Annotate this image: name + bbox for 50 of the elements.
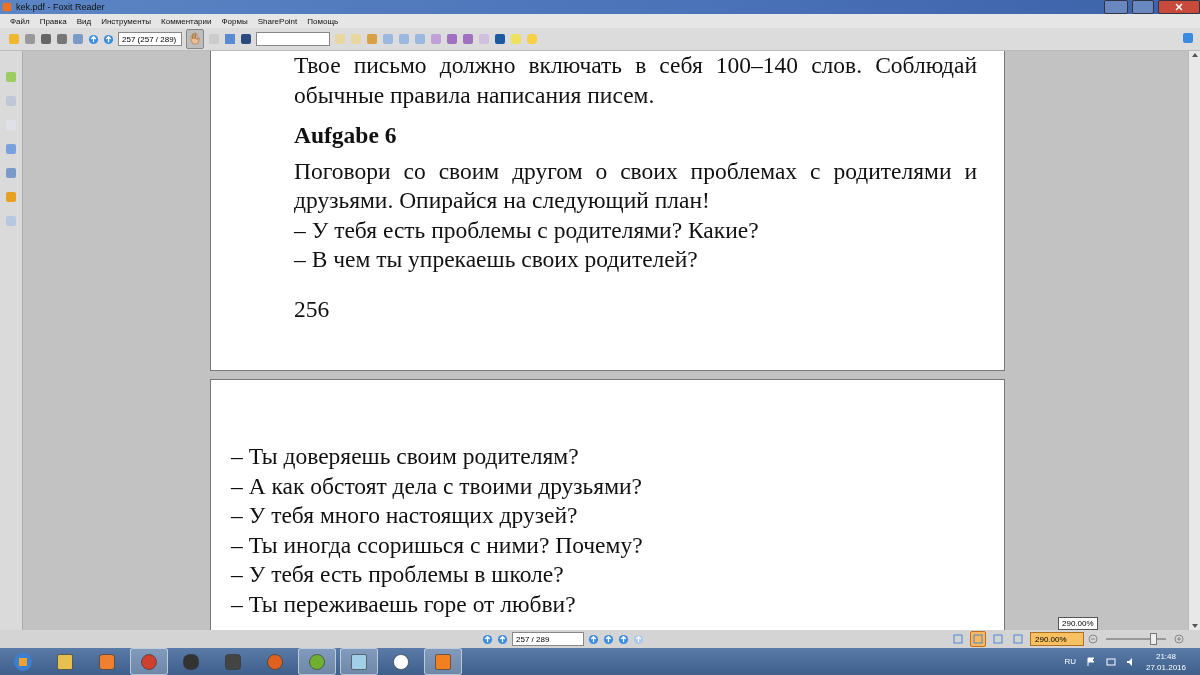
view-mode-button[interactable] <box>950 631 966 647</box>
text-line: – У тебя есть проблемы с родителями? Какие? <box>294 215 760 245</box>
page-number-field[interactable]: 257 / 289 <box>512 632 584 646</box>
menu-item[interactable]: Комментарии <box>161 16 212 26</box>
text-line: – А как обстоят дела с твоими друзьями? <box>231 471 644 501</box>
zoom-tooltip: 290.00% <box>1058 617 1098 630</box>
menu-item[interactable]: Инструменты <box>101 16 152 26</box>
text-line: Твое письмо должно включать в себя 100–140 слов. Соблюдай <box>294 51 977 80</box>
minimize-button[interactable] <box>1104 0 1128 14</box>
scrollbar[interactable] <box>1188 51 1200 630</box>
clock-date: 27.01.2016 <box>1145 662 1186 672</box>
text-line: – В чем ты упрекаешь своих родителей? <box>294 245 699 274</box>
view-mode-button[interactable] <box>990 631 1006 647</box>
page-number: 256 <box>294 294 331 324</box>
text-line: – Ты иногда ссоришься с ними? Почему? <box>231 530 644 560</box>
close-button[interactable] <box>1158 0 1200 14</box>
hand-tool-button[interactable] <box>186 29 204 49</box>
heading: Aufgabe 6 <box>294 121 398 150</box>
text-line: обычные правила написания писем. <box>294 80 656 110</box>
page-number-field[interactable]: 257 (257 / 289) <box>118 32 182 46</box>
view-mode-button[interactable] <box>970 631 986 647</box>
maximize-button[interactable] <box>1132 0 1154 14</box>
taskbar-app[interactable] <box>130 648 168 675</box>
zoom-in-icon[interactable] <box>1174 634 1184 644</box>
window-title: kek.pdf - Foxit Reader <box>16 2 106 12</box>
page-up-icon[interactable] <box>88 33 99 45</box>
menu-item[interactable]: Вид <box>76 16 92 26</box>
menu-item[interactable]: Формы <box>221 16 248 26</box>
language-indicator[interactable]: RU <box>1064 657 1076 666</box>
clock-time: 21:48 <box>1155 651 1176 661</box>
hand-icon <box>189 32 201 46</box>
menu-item[interactable]: Файл <box>10 16 30 26</box>
search-field[interactable] <box>256 32 330 46</box>
text-line: – У тебя много настоящих друзей? <box>231 501 579 530</box>
menu-item[interactable]: SharePoint <box>257 16 298 26</box>
text-line: – Ты доверяешь своим родителям? <box>231 442 580 471</box>
text-line: – Ты переживаешь горе от любви? <box>231 589 577 619</box>
zoom-field[interactable]: 290.00% <box>1030 632 1084 646</box>
menu-item[interactable]: Правка <box>39 16 67 26</box>
taskbar-app[interactable] <box>340 648 378 675</box>
text-line: Поговори со своим другом о своих проблемах с родителями и <box>294 156 977 186</box>
text-line: – У тебя есть проблемы в школе? <box>231 560 565 589</box>
view-mode-button[interactable] <box>1010 631 1026 647</box>
close-icon <box>1175 3 1183 11</box>
taskbar-app[interactable] <box>298 648 336 675</box>
text-line: друзьями. Опирайся на следующий план! <box>294 186 711 215</box>
zoom-out-icon[interactable] <box>1088 634 1098 644</box>
taskbar-app[interactable] <box>424 648 462 675</box>
flag-icon[interactable] <box>1085 656 1096 667</box>
menu-item[interactable]: Помощь <box>307 16 339 26</box>
